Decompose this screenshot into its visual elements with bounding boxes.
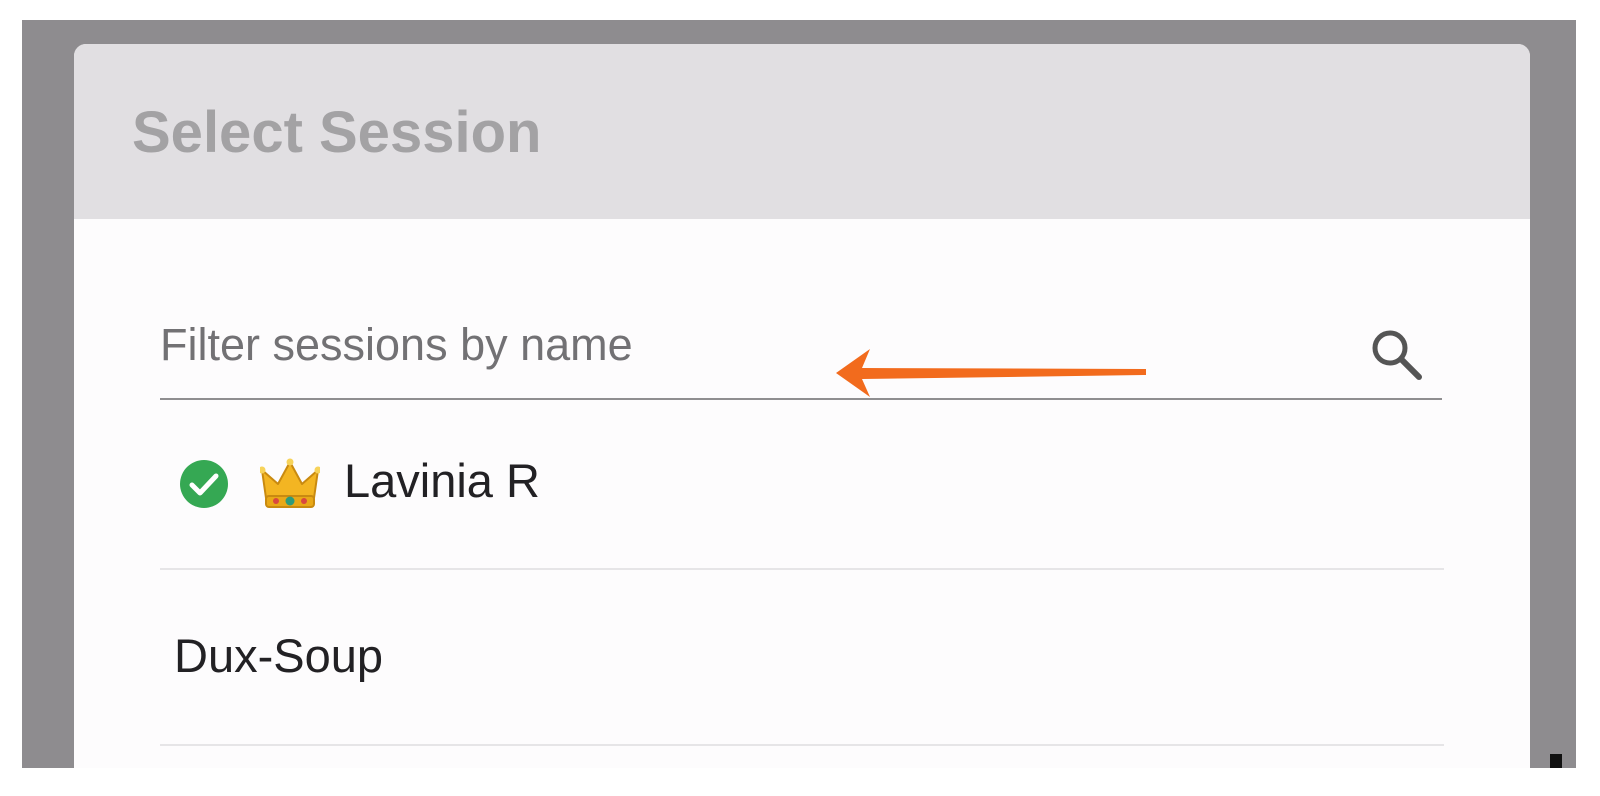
crown-icon [260, 458, 320, 508]
modal-backdrop: Select Session Filter sessions by name L… [22, 20, 1576, 768]
dialog-header: Select Session [74, 44, 1530, 219]
session-list: Lavinia R Dux-Soup [160, 400, 1444, 746]
dialog-title: Select Session [132, 100, 542, 165]
session-item-dux-soup[interactable]: Dux-Soup [160, 570, 1444, 746]
select-session-dialog: Select Session Filter sessions by name L… [74, 44, 1530, 768]
check-circle-icon [180, 460, 228, 508]
session-label: Lavinia R [344, 454, 540, 507]
scrollbar-corner [1550, 754, 1562, 768]
search-icon[interactable] [1366, 324, 1426, 384]
session-filter-input[interactable] [160, 310, 1340, 380]
annotation-arrow-icon [836, 349, 1146, 397]
session-item-lavinia-r[interactable]: Lavinia R [160, 400, 1444, 570]
session-label: Dux-Soup [174, 629, 383, 682]
session-filter-field [160, 302, 1442, 400]
